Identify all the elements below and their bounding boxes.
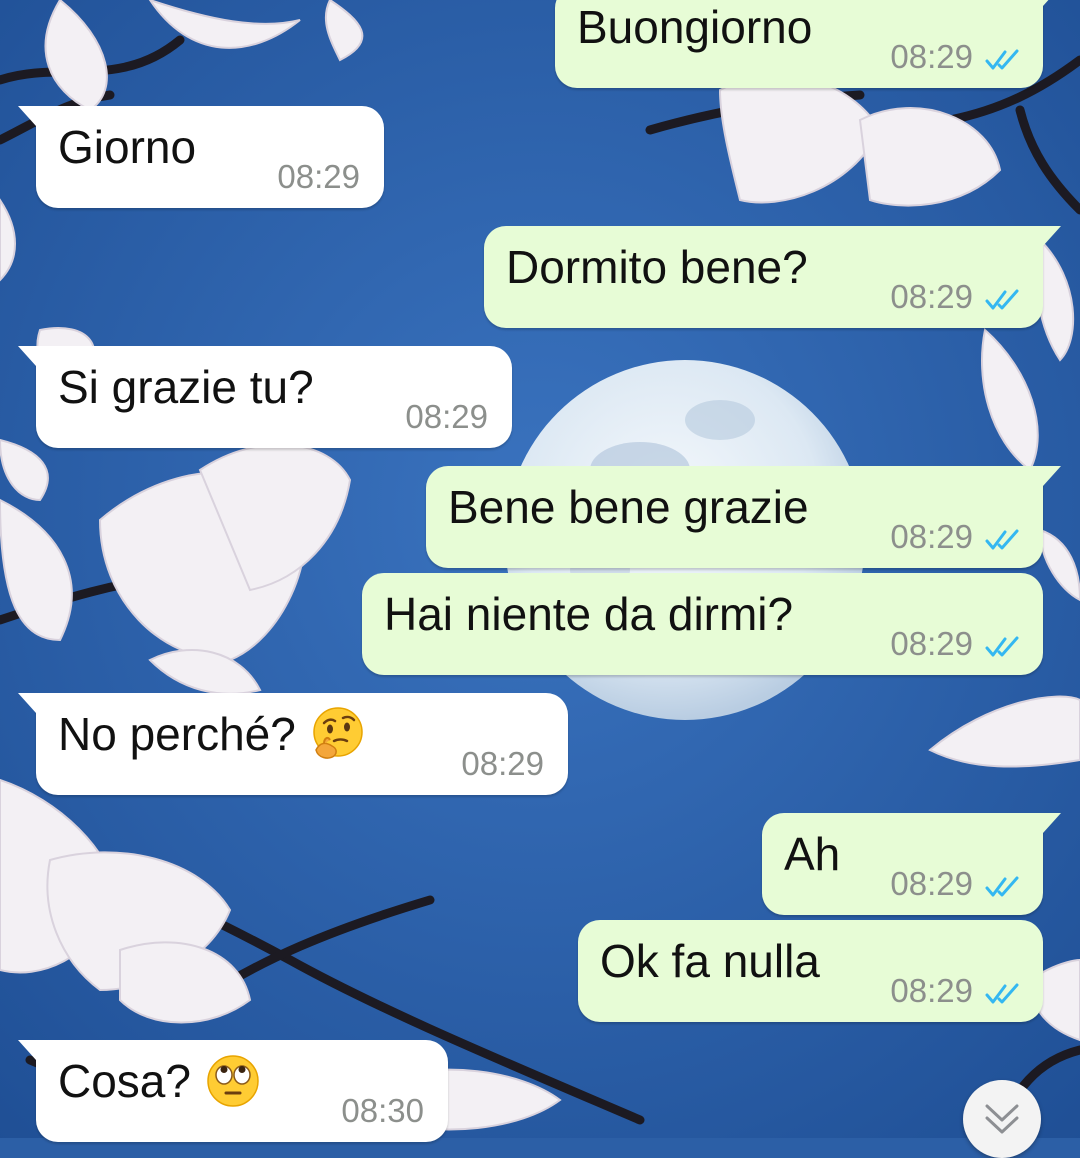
message-timestamp: 08:29 [890, 38, 973, 75]
double-check-icon [985, 983, 1019, 1004]
message-bubble-outgoing[interactable]: Ok fa nulla 08:29 [578, 920, 1043, 1022]
message-timestamp: 08:29 [405, 398, 488, 435]
message-bubble-outgoing[interactable]: Bene bene grazie 08:29 [426, 466, 1061, 568]
double-check-icon [985, 876, 1019, 897]
message-bubble-incoming[interactable]: No perché? 08:29 [18, 693, 568, 795]
scroll-to-bottom-button[interactable] [963, 1080, 1041, 1158]
thinking-face-icon [313, 707, 363, 759]
message-timestamp: 08:29 [890, 518, 973, 555]
double-check-icon [985, 49, 1019, 70]
message-bubble-outgoing[interactable]: Ah 08:29 [762, 813, 1061, 915]
message-timestamp: 08:29 [890, 972, 973, 1009]
message-timestamp: 08:29 [890, 278, 973, 315]
message-timestamp: 08:29 [890, 865, 973, 902]
message-text: Si grazie tu? [58, 361, 314, 413]
message-bubble-incoming[interactable]: Giorno 08:29 [18, 106, 384, 208]
message-text: Buongiorno [577, 1, 813, 53]
message-text-content: No perché? [58, 708, 296, 760]
message-bubble-incoming[interactable]: Cosa? 08:30 [18, 1040, 448, 1142]
message-bubble-outgoing[interactable]: Buongiorno 08:29 [555, 0, 1061, 88]
message-text: Cosa? [58, 1054, 261, 1113]
message-timestamp: 08:29 [277, 158, 360, 195]
message-text: Giorno [58, 121, 197, 173]
double-check-icon [985, 636, 1019, 657]
double-check-icon [985, 529, 1019, 550]
message-text-content: Cosa? [58, 1055, 191, 1107]
message-text: Dormito bene? [506, 241, 808, 293]
message-bubble-outgoing[interactable]: Dormito bene? 08:29 [484, 226, 1061, 328]
message-text: Ah [784, 828, 841, 880]
message-text: Ok fa nulla [600, 935, 820, 987]
message-text: Hai niente da dirmi? [384, 588, 794, 640]
message-timestamp: 08:29 [890, 625, 973, 662]
message-bubble-incoming[interactable]: Si grazie tu? 08:29 [18, 346, 512, 448]
message-text: Bene bene grazie [448, 481, 809, 533]
message-bubble-outgoing[interactable]: Hai niente da dirmi? 08:29 [362, 573, 1043, 675]
message-timestamp: 08:30 [341, 1092, 424, 1129]
face-with-rolling-eyes-icon [207, 1055, 259, 1107]
double-check-icon [985, 289, 1019, 310]
message-text: No perché? [58, 707, 366, 766]
chevron-double-down-icon [985, 1104, 1019, 1134]
message-timestamp: 08:29 [461, 745, 544, 782]
